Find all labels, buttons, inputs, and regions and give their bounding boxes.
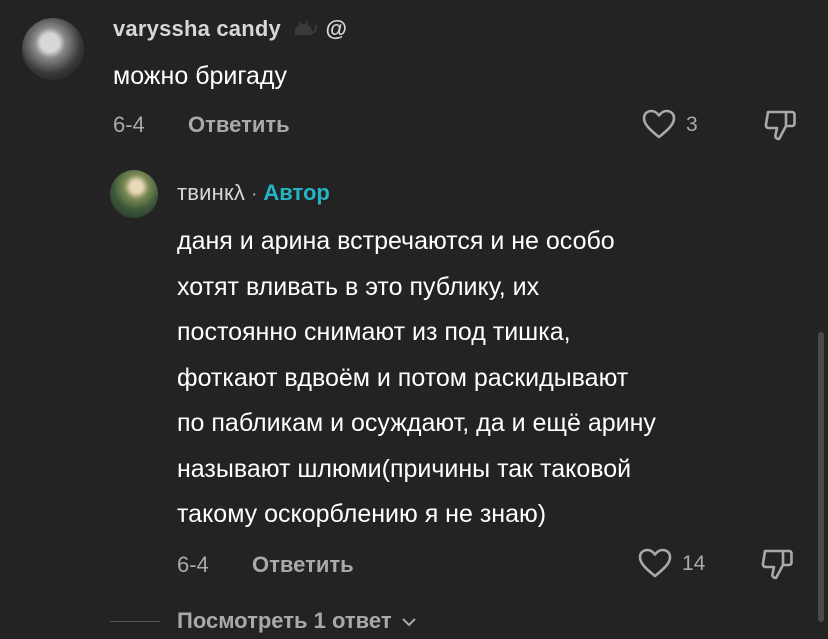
username[interactable]: varyssha candy @ xyxy=(113,15,347,45)
comment-line: такому оскорблению я не знаю) xyxy=(177,500,547,528)
avatar[interactable] xyxy=(110,170,158,218)
reply-header: твинкλ · Автор xyxy=(177,180,330,206)
username[interactable]: твинкλ xyxy=(177,180,245,205)
heart-icon xyxy=(641,108,677,145)
comment-date: 6-4 xyxy=(177,552,209,577)
comment-line: даня и арина встречаются и не особо xyxy=(177,227,615,255)
reply-button[interactable]: Ответить xyxy=(252,552,354,578)
comment-line: называют шлюми(причины так таковой xyxy=(177,454,632,483)
comment-date: 6-4 xyxy=(113,112,145,137)
cat-icon xyxy=(291,15,319,45)
dislike-button[interactable] xyxy=(759,547,795,586)
heart-icon xyxy=(637,547,673,584)
comment-line: по пабликам и осуждают, да и ещё арину xyxy=(177,409,656,437)
comment-text: даня и арина встречаются и не особо хотя… xyxy=(177,219,807,538)
separator: · xyxy=(250,183,258,205)
like-count: 3 xyxy=(686,113,698,136)
comment-text: можно бригаду xyxy=(113,62,287,90)
view-replies-button[interactable]: Посмотреть 1 ответ xyxy=(177,608,418,635)
dislike-button[interactable] xyxy=(762,108,798,147)
chevron-down-icon xyxy=(400,609,418,635)
reply-button[interactable]: Ответить xyxy=(188,112,290,138)
thumbs-down-icon xyxy=(759,549,795,585)
like-button[interactable] xyxy=(641,108,677,145)
comment-line: фоткают вдвоём и потом раскидывают xyxy=(177,363,629,392)
scrollbar[interactable] xyxy=(818,332,824,622)
like-button[interactable] xyxy=(637,547,673,584)
username-suffix: @ xyxy=(325,15,348,41)
divider xyxy=(110,621,160,622)
comment-line: постоянно снимают из под тишка, xyxy=(177,318,571,346)
thumbs-down-icon xyxy=(762,110,798,146)
like-count: 14 xyxy=(682,552,706,575)
comment-line: хотят вливать в это публику, их xyxy=(177,272,540,301)
avatar[interactable] xyxy=(22,18,84,80)
author-badge: Автор xyxy=(263,180,330,205)
view-replies-label: Посмотреть 1 ответ xyxy=(177,608,392,633)
username-text: varyssha candy xyxy=(113,15,281,41)
